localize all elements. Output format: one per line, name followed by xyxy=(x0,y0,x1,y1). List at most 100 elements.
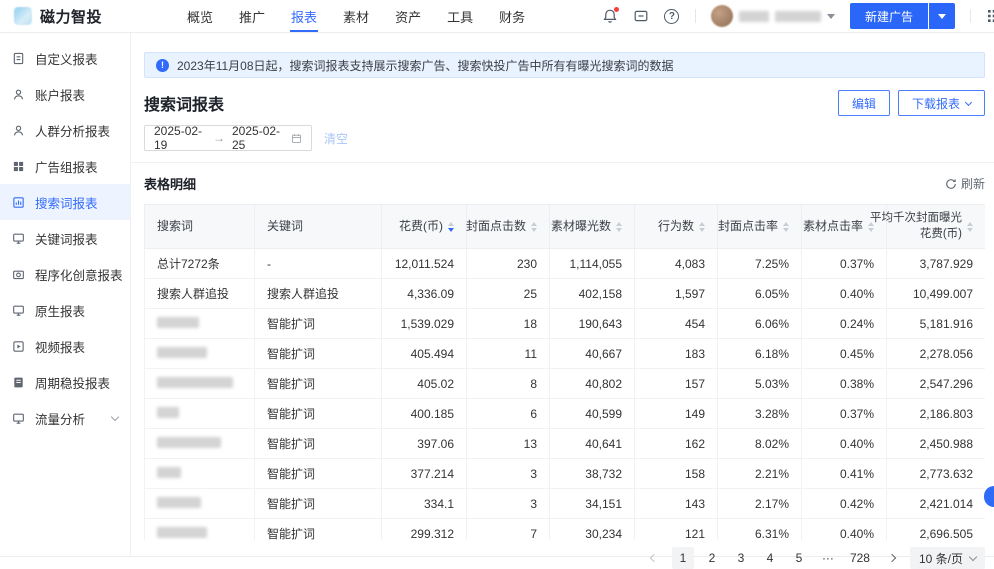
refresh-button[interactable]: 刷新 xyxy=(945,175,985,192)
sidebar-item-自定义报表[interactable]: 自定义报表 xyxy=(0,40,130,76)
cell-keyword: 智能扩词 xyxy=(254,398,382,429)
cell-search-term xyxy=(144,398,255,429)
table-row: 总计7272条 -12,011.524 230 1,114,055 4,083 7.25%… xyxy=(144,248,985,279)
cell-metric: 6.05% xyxy=(717,278,802,309)
prev-page-button[interactable] xyxy=(643,547,665,569)
new-ad-button[interactable]: 新建广告 xyxy=(849,3,928,29)
cell-keyword: 智能扩词 xyxy=(254,428,382,459)
sort-control[interactable] xyxy=(783,221,789,232)
cell-metric: 6 xyxy=(466,398,550,429)
app-logo[interactable]: 磁力智投 xyxy=(0,6,128,27)
column-header-封面点击率[interactable]: 封面点击率 xyxy=(717,204,802,249)
cell-metric: 6.06% xyxy=(717,308,802,339)
sidebar-item-搜索词报表[interactable]: 搜索词报表 xyxy=(0,184,130,220)
cell-metric: 0.41% xyxy=(801,458,887,489)
nav-tab-概览[interactable]: 概览 xyxy=(174,0,226,32)
period-stable-report-icon xyxy=(12,375,26,389)
new-ad-dropdown-button[interactable] xyxy=(929,3,955,29)
page-size-selector[interactable]: 10 条/页 xyxy=(909,547,985,569)
cell-metric: 40,667 xyxy=(549,338,635,369)
account-report-icon xyxy=(12,87,26,101)
cell-search-term xyxy=(144,458,255,489)
column-header-行为数[interactable]: 行为数 xyxy=(634,204,718,249)
cell-search-term xyxy=(144,308,255,339)
sidebar-item-人群分析报表[interactable]: 人群分析报表 xyxy=(0,112,130,148)
sidebar-item-label: 原生报表 xyxy=(35,304,86,319)
sort-control[interactable] xyxy=(531,221,537,232)
audience-analysis-report-icon xyxy=(12,123,26,137)
page-number-728[interactable]: 728 xyxy=(846,547,874,569)
cell-search-term xyxy=(144,488,255,519)
cell-metric: 4,083 xyxy=(634,248,718,279)
nav-tab-财务[interactable]: 财务 xyxy=(486,0,538,32)
column-header-封面点击数[interactable]: 封面点击数 xyxy=(466,204,550,249)
cell-metric: 454 xyxy=(634,308,718,339)
account-menu[interactable] xyxy=(710,5,835,27)
nav-tab-资产[interactable]: 资产 xyxy=(382,0,434,32)
sort-control[interactable] xyxy=(967,221,973,232)
apps-grid-icon[interactable] xyxy=(986,8,994,24)
cell-metric: 402,158 xyxy=(549,278,635,309)
cell-metric: 0.40% xyxy=(801,518,887,540)
cell-metric: 0.45% xyxy=(801,338,887,369)
sidebar-item-程序化创意报表[interactable]: 程序化创意报表 xyxy=(0,256,130,292)
page-number-2[interactable]: 2 xyxy=(701,547,723,569)
download-report-button[interactable]: 下载报表 xyxy=(897,90,985,116)
sidebar-item-label: 广告组报表 xyxy=(35,160,98,175)
sidebar-item-周期稳投报表[interactable]: 周期稳投报表 xyxy=(0,364,130,400)
cell-keyword: - xyxy=(254,248,382,279)
clear-dates-link[interactable]: 清空 xyxy=(324,130,348,147)
sidebar-item-广告组报表[interactable]: 广告组报表 xyxy=(0,148,130,184)
cell-metric: 2,186.803 xyxy=(886,398,985,429)
sort-asc-icon xyxy=(699,221,705,226)
cell-metric: 2,547.296 xyxy=(886,368,985,399)
sidebar-item-关键词报表[interactable]: 关键词报表 xyxy=(0,220,130,256)
edit-button[interactable]: 编辑 xyxy=(837,90,890,116)
cell-keyword: 智能扩词 xyxy=(254,338,382,369)
top-nav: 概览 推广 报表 素材 资产 工具 财务 xyxy=(174,0,538,32)
page-number-4[interactable]: 4 xyxy=(759,547,781,569)
sort-control[interactable] xyxy=(448,221,454,232)
date-range-picker[interactable]: 2025-02-19 → 2025-02-25 xyxy=(144,124,312,152)
nav-tab-工具[interactable]: 工具 xyxy=(434,0,486,32)
help-icon[interactable]: ? xyxy=(664,8,680,24)
cell-metric: 7.25% xyxy=(717,248,802,279)
sidebar-item-流量分析[interactable]: 流量分析 xyxy=(0,400,130,436)
redacted-search-term xyxy=(157,346,207,358)
page-number-5[interactable]: 5 xyxy=(788,547,810,569)
chevron-right-icon xyxy=(887,553,897,563)
page-number-1[interactable]: 1 xyxy=(671,547,694,569)
bell-icon[interactable] xyxy=(602,7,619,24)
table-row: 搜索人群追投 搜索人群追投 4,336.09 25 402,158 1,597 6.05% 0… xyxy=(144,278,985,309)
sidebar-item-label: 人群分析报表 xyxy=(35,124,111,139)
message-icon[interactable] xyxy=(633,8,649,24)
cell-metric: 5,181.916 xyxy=(886,308,985,339)
cell-metric: 6.18% xyxy=(717,338,802,369)
notice-text: 2023年11月08日起，搜索词报表支持展示搜索广告、搜索快投广告中所有有曝光搜… xyxy=(177,58,674,73)
video-report-icon xyxy=(12,339,26,353)
redacted-search-term xyxy=(157,526,207,538)
column-header-花费(币)[interactable]: 花费(币) xyxy=(381,204,467,249)
column-header-关键词: 关键词 xyxy=(254,204,382,249)
calendar-icon xyxy=(291,133,302,143)
nav-tab-报表[interactable]: 报表 xyxy=(278,0,330,32)
cell-metric: 0.24% xyxy=(801,308,887,339)
column-header-平均千次封面曝光[interactable]: 平均千次封面曝光 花费(币) xyxy=(870,204,985,249)
nav-tab-推广[interactable]: 推广 xyxy=(226,0,278,32)
sort-desc-icon xyxy=(699,227,705,232)
page-number-3[interactable]: 3 xyxy=(730,547,752,569)
sidebar-item-账户报表[interactable]: 账户报表 xyxy=(0,76,130,112)
sort-control[interactable] xyxy=(616,221,622,232)
sidebar-item-视频报表[interactable]: 视频报表 xyxy=(0,328,130,364)
date-end: 2025-02-25 xyxy=(232,124,281,152)
next-page-button[interactable] xyxy=(881,547,903,569)
column-header-素材曝光数[interactable]: 素材曝光数 xyxy=(549,204,635,249)
nav-tab-素材[interactable]: 素材 xyxy=(330,0,382,32)
table-row: 智能扩词 1,539.029 18 190,643 454 6.06% 0.24% 5,181… xyxy=(144,308,985,339)
sort-control[interactable] xyxy=(699,221,705,232)
section-divider xyxy=(131,162,994,163)
cell-search-term xyxy=(144,518,255,540)
sidebar-item-原生报表[interactable]: 原生报表 xyxy=(0,292,130,328)
cell-metric: 405.494 xyxy=(381,338,467,369)
table-row: 智能扩词 397.06 13 40,641 162 8.02% 0.40% 2,450.988 xyxy=(144,428,985,459)
